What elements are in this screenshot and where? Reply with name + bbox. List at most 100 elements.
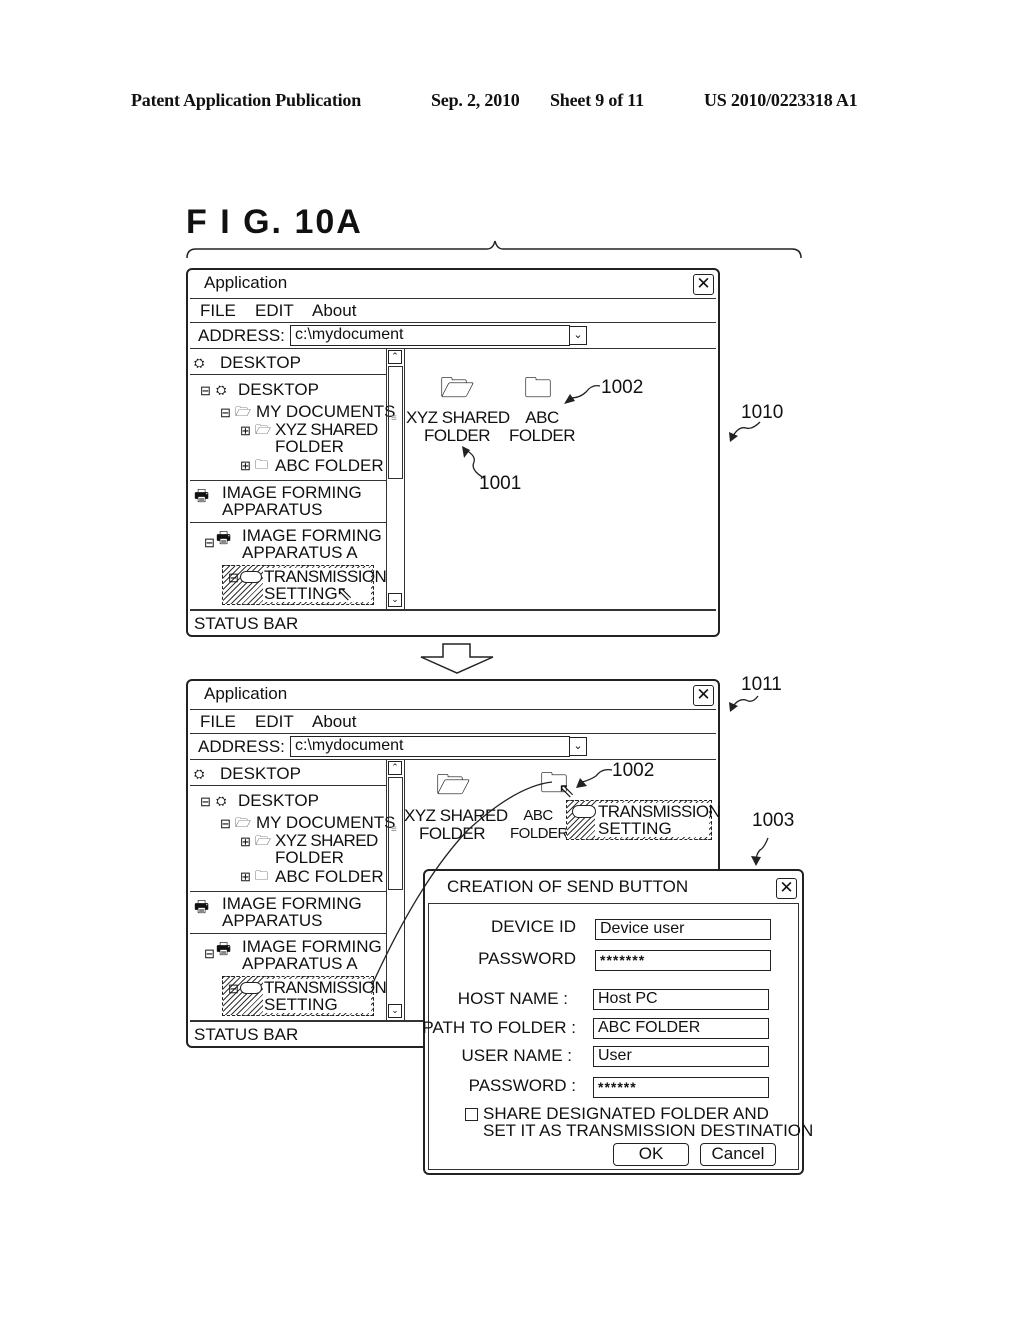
menu-file[interactable]: FILE	[200, 712, 236, 732]
folder-label-line1: ABC	[523, 807, 553, 824]
divider	[190, 348, 716, 349]
scroll-down-button[interactable]: ⌄	[388, 593, 402, 607]
address-label: ADDRESS:	[198, 737, 285, 756]
folder-open-icon: 🗁	[235, 815, 252, 830]
ref-1001: 1001	[479, 473, 522, 494]
cancel-button[interactable]: Cancel	[700, 1143, 776, 1166]
user-name-input[interactable]: User	[593, 1046, 769, 1067]
folder-icon: 🗀	[255, 868, 269, 883]
collapse-icon[interactable]: ⊟	[228, 982, 239, 995]
folder-label-line1: ABC	[525, 408, 559, 427]
menu-about[interactable]: About	[312, 712, 356, 732]
tree-item-image-forming-a[interactable]: IMAGE FORMING	[242, 527, 382, 544]
address-input[interactable]: c:\mydocument	[290, 325, 570, 346]
close-icon[interactable]: ✕	[693, 274, 714, 295]
tree-item-my-documents[interactable]: MY DOCUMENTS	[256, 403, 395, 420]
tree-item-image-forming-a-line2: APPARATUS A	[242, 954, 358, 973]
folder-abc[interactable]: ABC FOLDER	[506, 409, 578, 445]
address-input[interactable]: c:\mydocument	[290, 736, 570, 757]
collapse-icon[interactable]: ⊟	[228, 571, 239, 584]
tree-item-desktop[interactable]: DESKTOP	[238, 792, 319, 809]
desktop-icon: ⛭	[194, 355, 205, 370]
transmission-setting-label: TRANSMISSION	[264, 978, 387, 997]
sidebar-root-desktop[interactable]: DESKTOP	[220, 765, 301, 782]
sidebar-root-desktop[interactable]: DESKTOP	[220, 354, 301, 371]
menu-about[interactable]: About	[312, 301, 356, 321]
expand-icon[interactable]: ⊞	[240, 424, 251, 437]
share-password-input[interactable]: ******	[593, 1077, 769, 1098]
close-icon[interactable]: ✕	[693, 685, 714, 706]
scrollbar-thumb[interactable]: ≡	[388, 777, 403, 890]
dragged-item-label-line2: SETTING	[598, 819, 672, 838]
device-password-label: PASSWORD	[478, 949, 576, 968]
scroll-up-button[interactable]: ⌃	[388, 761, 402, 775]
tree-item-image-forming-a[interactable]: IMAGE FORMING	[242, 938, 382, 955]
divider	[190, 522, 386, 523]
tree-item-xyz-shared-folder-line2: FOLDER	[275, 437, 344, 456]
mouse-cursor-icon: ⇖	[336, 583, 353, 605]
divider	[190, 298, 716, 299]
address-dropdown-icon[interactable]: ⌄	[569, 737, 587, 756]
sidebar-section-image-forming-line2: APPARATUS	[222, 500, 323, 519]
window-title: Application	[204, 273, 288, 292]
collapse-icon[interactable]: ⊟	[200, 384, 211, 397]
menu-edit[interactable]: EDIT	[255, 301, 294, 321]
share-folder-checkbox[interactable]	[465, 1108, 478, 1121]
menu-file[interactable]: FILE	[200, 301, 236, 321]
folder-open-icon: 🗁	[255, 833, 272, 848]
scroll-grip-icon: ≡	[391, 824, 397, 835]
host-name-input[interactable]: Host PC	[593, 989, 769, 1010]
device-password-input[interactable]: *******	[595, 950, 771, 971]
window-title: Application	[204, 684, 288, 703]
collapse-icon[interactable]: ⊟	[220, 406, 231, 419]
button-shape-icon	[240, 571, 262, 583]
divider	[190, 785, 386, 786]
folder-label-line1: XYZ SHARED	[406, 408, 510, 427]
collapse-icon[interactable]: ⊟	[204, 947, 215, 960]
folder-xyz-shared[interactable]: XYZ SHARED FOLDER	[406, 408, 510, 445]
folder-label-line2: FOLDER	[510, 825, 568, 842]
folder-xyz-shared[interactable]: XYZ SHARED FOLDER	[404, 807, 508, 843]
tree-item-abc-folder[interactable]: ABC FOLDER	[275, 868, 384, 885]
folder-open-icon: 🗁	[235, 404, 252, 419]
shared-folder-icon[interactable]: 🗁	[440, 374, 475, 402]
address-dropdown-icon[interactable]: ⌄	[569, 326, 587, 345]
shared-folder-icon[interactable]: 🗁	[436, 771, 471, 799]
tree-item-my-documents[interactable]: MY DOCUMENTS	[256, 814, 395, 831]
folder-abc[interactable]: ABC FOLDER	[510, 807, 568, 843]
folder-label-line2: FOLDER	[509, 426, 575, 445]
share-folder-label: SHARE DESIGNATED FOLDER AND	[483, 1104, 769, 1123]
sidebar-section-image-forming[interactable]: IMAGE FORMING	[222, 484, 362, 501]
tree-item-xyz-shared-folder[interactable]: XYZ SHARED	[275, 832, 378, 849]
scroll-up-button[interactable]: ⌃	[388, 350, 402, 364]
status-bar: STATUS BAR	[194, 614, 299, 633]
expand-icon[interactable]: ⊞	[240, 870, 251, 883]
desktop-icon: ⛭	[194, 766, 205, 781]
collapse-icon[interactable]: ⊟	[220, 817, 231, 830]
printer-icon: 🖶	[216, 530, 232, 547]
close-icon[interactable]: ✕	[776, 878, 797, 899]
ref-1003: 1003	[752, 810, 795, 831]
scroll-down-button[interactable]: ⌄	[388, 1004, 402, 1018]
menu-edit[interactable]: EDIT	[255, 712, 294, 732]
scroll-grip-icon: ≡	[391, 413, 397, 424]
scrollbar-thumb[interactable]: ≡	[388, 366, 403, 479]
path-to-folder-input[interactable]: ABC FOLDER	[593, 1018, 769, 1039]
expand-icon[interactable]: ⊞	[240, 459, 251, 472]
folder-icon[interactable]: 🗀	[524, 374, 552, 402]
sheet-number: Sheet 9 of 11	[550, 90, 644, 110]
collapse-icon[interactable]: ⊟	[204, 536, 215, 549]
tree-item-xyz-shared-folder[interactable]: XYZ SHARED	[275, 421, 378, 438]
tree-item-abc-folder[interactable]: ABC FOLDER	[275, 457, 384, 474]
ref-1002-top: 1002	[601, 377, 644, 398]
sidebar-section-image-forming[interactable]: IMAGE FORMING	[222, 895, 362, 912]
divider	[190, 609, 716, 611]
collapse-icon[interactable]: ⊟	[200, 795, 211, 808]
status-bar: STATUS BAR	[194, 1025, 299, 1044]
tree-item-xyz-shared-folder-line2: FOLDER	[275, 848, 344, 867]
scrollbar-border	[404, 348, 405, 609]
tree-item-desktop[interactable]: DESKTOP	[238, 381, 319, 398]
ok-button[interactable]: OK	[613, 1143, 689, 1166]
device-id-input[interactable]: Device user	[595, 919, 771, 940]
expand-icon[interactable]: ⊞	[240, 835, 251, 848]
